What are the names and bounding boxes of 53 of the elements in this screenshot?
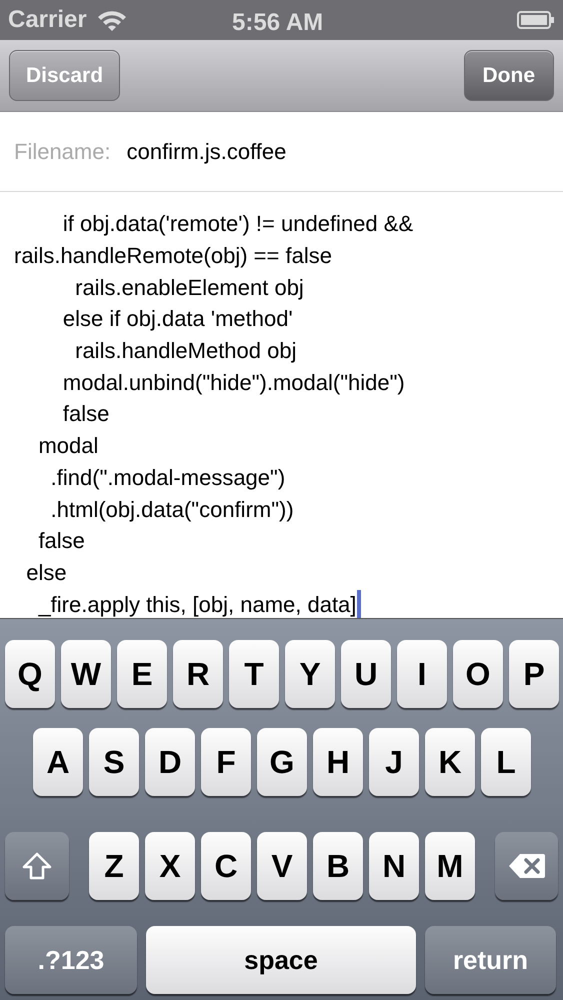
key[interactable]: O: [453, 640, 503, 708]
key[interactable]: E: [117, 640, 167, 708]
key[interactable]: S: [89, 728, 139, 796]
key[interactable]: P: [509, 640, 559, 708]
code-line: .html(obj.data("confirm")): [50, 496, 294, 524]
code-line: modal.unbind("hide").modal("hide"): [62, 368, 405, 397]
code-line: _fire.apply this, [obj, name, data]: [37, 590, 356, 618]
delete-key[interactable]: [495, 832, 558, 900]
code-line: if obj.data('remote') != undefined &&: [62, 210, 414, 238]
key[interactable]: T: [229, 640, 279, 708]
key[interactable]: C: [201, 832, 251, 900]
key[interactable]: K: [425, 728, 475, 796]
carrier-text: Carrier: [8, 5, 87, 35]
key[interactable]: W: [61, 640, 111, 708]
key[interactable]: F: [201, 728, 251, 796]
code-line: .find(".modal-message"): [50, 464, 286, 492]
key[interactable]: D: [145, 728, 195, 796]
key[interactable]: Y: [285, 640, 335, 708]
code-line: else: [25, 558, 67, 587]
filename-field[interactable]: confirm.js.coffee: [126, 135, 549, 168]
key[interactable]: J: [369, 728, 419, 796]
code-line: rails.handleMethod obj: [74, 337, 296, 366]
key[interactable]: R: [173, 640, 223, 708]
code-line: rails.enableElement obj: [74, 274, 304, 302]
key[interactable]: B: [313, 832, 363, 900]
clock-text: 5:56 AM: [232, 8, 324, 38]
key[interactable]: X: [145, 832, 195, 900]
wifi-icon: [96, 9, 127, 31]
key[interactable]: N: [369, 832, 419, 900]
shift-icon: [22, 852, 52, 880]
code-line: false: [37, 527, 85, 556]
code-line: rails.handleRemote(obj) == false: [14, 242, 332, 270]
key[interactable]: M: [425, 832, 475, 900]
key[interactable]: I: [397, 640, 447, 708]
space-bar[interactable]: space: [146, 926, 416, 994]
key[interactable]: L: [481, 728, 531, 796]
key[interactable]: U: [341, 640, 391, 708]
numbers-key[interactable]: .?123: [5, 926, 137, 994]
key[interactable]: G: [257, 728, 307, 796]
filename-label: Filename:: [14, 138, 111, 166]
key[interactable]: Q: [5, 640, 55, 708]
code-line: false: [62, 400, 110, 428]
code-line: modal: [37, 432, 98, 460]
key[interactable]: H: [313, 728, 363, 796]
return-key[interactable]: return: [425, 926, 556, 994]
key[interactable]: A: [33, 728, 83, 796]
delete-icon: [508, 853, 546, 879]
key[interactable]: Z: [89, 832, 139, 900]
done-button[interactable]: Done: [464, 50, 554, 101]
key[interactable]: V: [257, 832, 307, 900]
shift-key[interactable]: [5, 832, 69, 900]
battery-icon: [517, 11, 555, 29]
code-line: else if obj.data 'method': [62, 305, 293, 334]
